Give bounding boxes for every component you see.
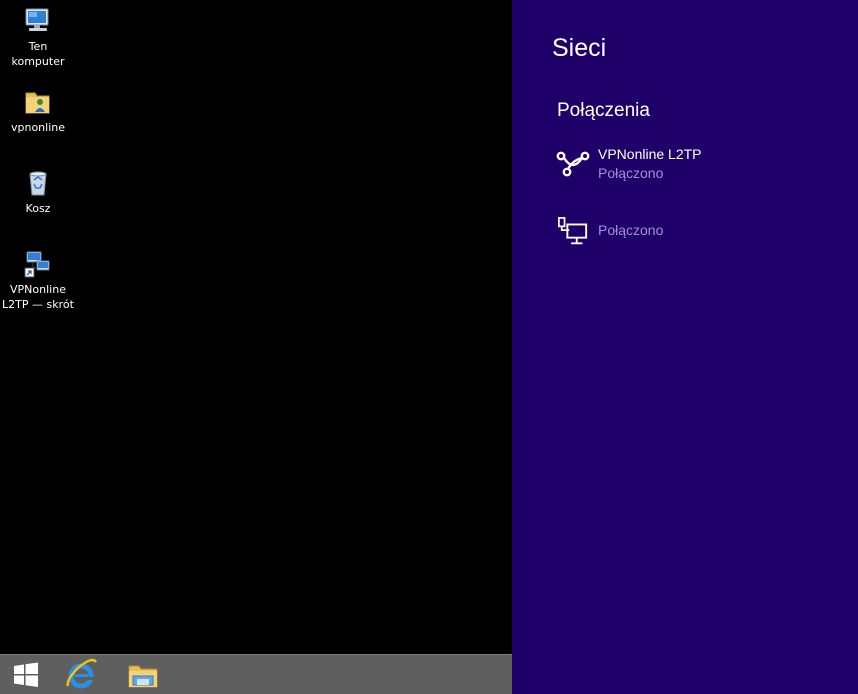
connections-section-title: Połączenia: [557, 100, 650, 121]
desktop-icon-label: Kosz: [25, 202, 51, 215]
vpn-icon: [556, 151, 590, 177]
computer-icon: [25, 8, 49, 31]
taskbar: [0, 654, 512, 694]
desktop-icon-label: vpnonline: [10, 121, 66, 134]
desktop-icon-recycle-bin[interactable]: Kosz: [0, 168, 76, 216]
user-folder-icon: [25, 92, 50, 114]
file-explorer-icon: [128, 665, 158, 688]
recycle-bin-icon: [29, 171, 47, 196]
network-shortcut-icon: [24, 251, 50, 278]
windows-logo-icon: [14, 662, 38, 687]
desktop: Ten komputer vpnonline Kosz VPNonline L2…: [0, 0, 512, 654]
internet-explorer-button[interactable]: [57, 657, 105, 693]
connection-status: Połączono: [598, 165, 664, 181]
internet-explorer-icon: [66, 658, 98, 689]
file-explorer-button[interactable]: [119, 657, 167, 693]
connection-item-ethernet[interactable]: Połączono: [556, 214, 846, 258]
charm-title: Sieci: [552, 34, 607, 62]
desktop-icon-label: VPNonline L2TP — skrót: [2, 283, 74, 311]
desktop-icon-label: Ten komputer: [11, 40, 65, 68]
connection-item-vpn[interactable]: VPNonline L2TP Połączono: [556, 146, 846, 190]
connection-name: VPNonline L2TP: [598, 146, 702, 162]
screen: Ten komputer vpnonline Kosz VPNonline L2…: [0, 0, 858, 694]
networks-charm-panel: Sieci Połączenia VPNonline L2TP Połączon…: [512, 0, 858, 694]
connection-status: Połączono: [598, 222, 664, 238]
ethernet-icon: [558, 217, 588, 245]
start-button[interactable]: [2, 657, 50, 693]
desktop-icon-user-folder[interactable]: vpnonline: [0, 87, 76, 135]
desktop-icon-this-pc[interactable]: Ten komputer: [0, 6, 76, 69]
desktop-icon-vpn-shortcut[interactable]: VPNonline L2TP — skrót: [0, 249, 76, 312]
